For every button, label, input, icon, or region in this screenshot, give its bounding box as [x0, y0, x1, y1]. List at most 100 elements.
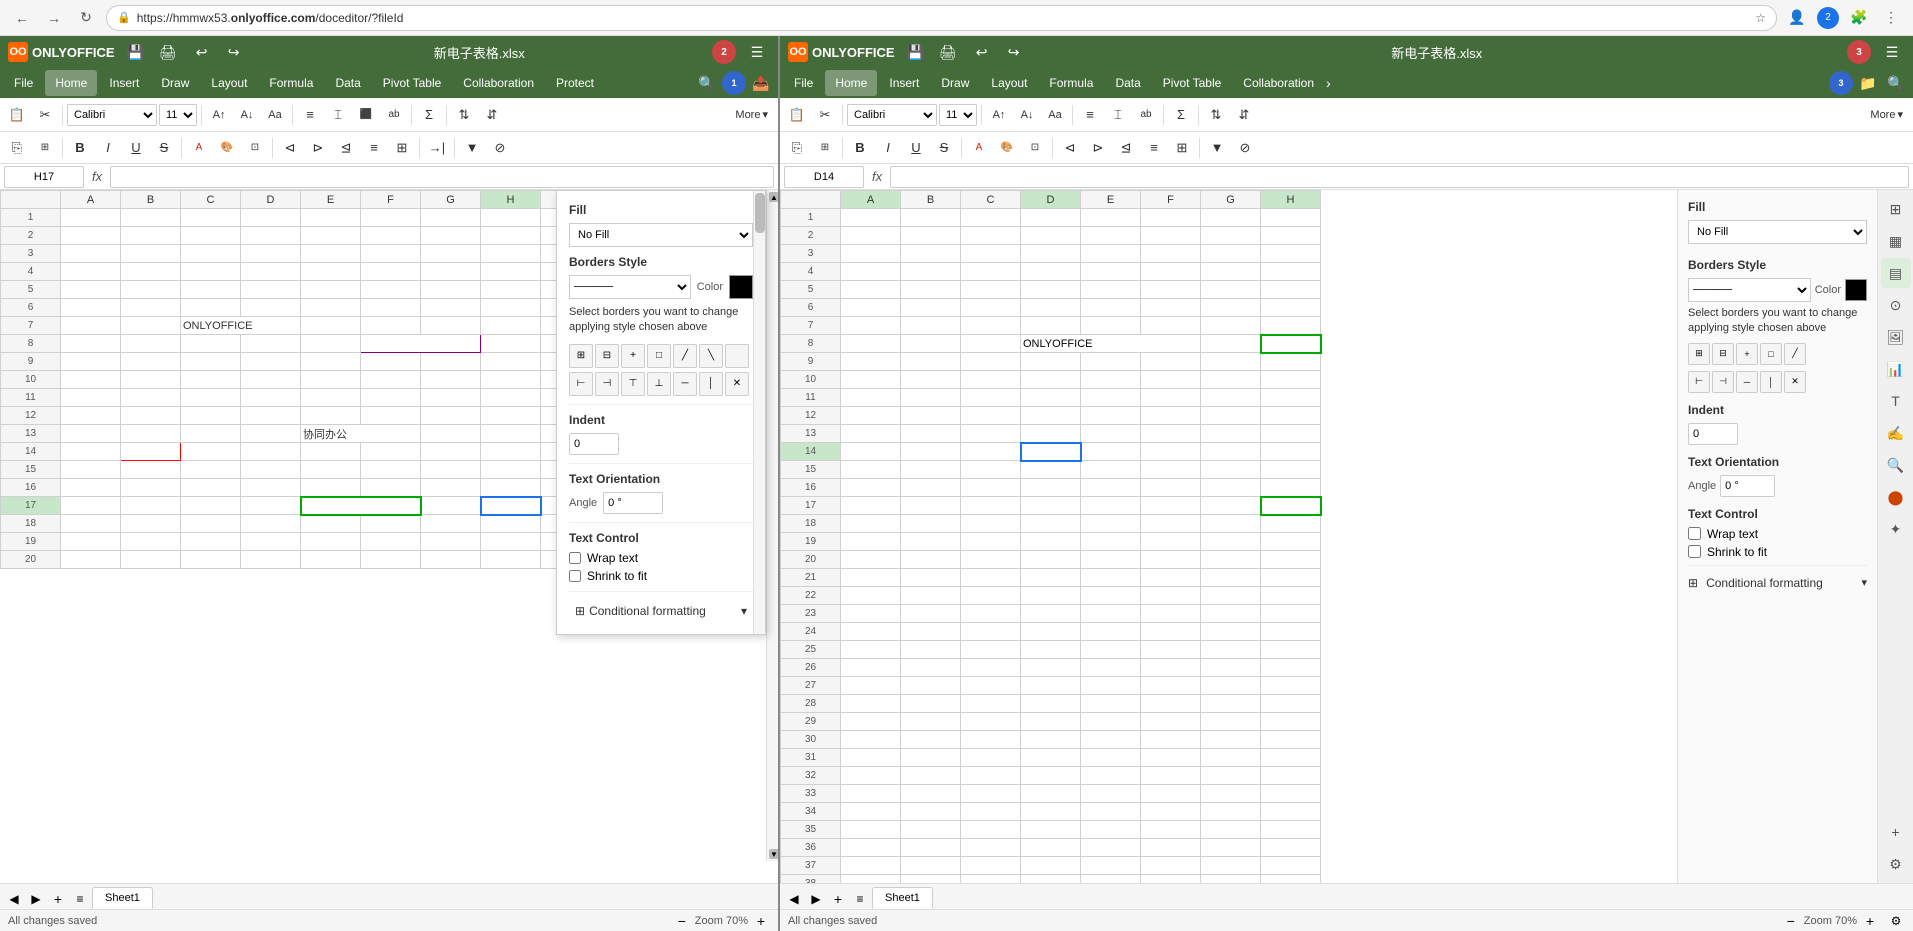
left-share-btn[interactable]: 📤: [748, 72, 774, 94]
right-menu-btn[interactable]: ☰: [1879, 41, 1905, 63]
right-font-size[interactable]: 11: [939, 104, 977, 126]
left-tb2-border[interactable]: ⊡: [242, 135, 268, 161]
border-h-inside-btn[interactable]: ─: [673, 372, 697, 396]
right-search-btn[interactable]: 🔍: [1883, 72, 1909, 94]
right-next-sheet-btn[interactable]: ▶: [806, 889, 826, 909]
rp-border-cross[interactable]: +: [1736, 343, 1758, 365]
rp-wrap-checkbox[interactable]: [1688, 527, 1701, 540]
right-tb-autofit[interactable]: Aa: [1042, 102, 1068, 128]
right-redo-btn[interactable]: ↪: [1001, 41, 1027, 63]
right-tb-sort-za[interactable]: ⇵: [1231, 102, 1257, 128]
right-tb2-bold[interactable]: B: [847, 135, 873, 161]
ri-add-btn[interactable]: +: [1881, 817, 1911, 847]
border-left-btn[interactable]: ⊢: [569, 372, 593, 396]
forward-button[interactable]: →: [42, 6, 66, 30]
left-tb-paste[interactable]: 📋: [4, 102, 30, 128]
left-tb2-fontcolor[interactable]: A: [186, 135, 212, 161]
left-redo-btn[interactable]: ↪: [221, 41, 247, 63]
rp-color-swatch[interactable]: [1845, 279, 1867, 301]
ri-signature-btn[interactable]: ✍: [1881, 418, 1911, 448]
left-tb-decfont[interactable]: A↓: [234, 102, 260, 128]
scroll-down-btn[interactable]: ▼: [769, 849, 778, 859]
right-sheet-tab-1[interactable]: Sheet1: [872, 887, 933, 909]
left-tb2-alignr[interactable]: ⊴: [333, 135, 359, 161]
left-menu-formula[interactable]: Formula: [259, 70, 323, 96]
left-tb-valign[interactable]: ⌶: [325, 102, 351, 128]
right-tb2-fillcolor[interactable]: 🎨: [994, 135, 1020, 161]
green-selected-cell[interactable]: [301, 497, 421, 515]
right-tb2-filter[interactable]: ▼: [1204, 135, 1230, 161]
purple-border-cell[interactable]: [361, 335, 481, 353]
right-add-sheet-btn[interactable]: +: [828, 889, 848, 909]
rp-border-all[interactable]: ⊞: [1688, 343, 1710, 365]
rp-border-v[interactable]: │: [1760, 371, 1782, 393]
right-menu-more-btn[interactable]: ›: [1326, 75, 1331, 91]
rp-indent-input[interactable]: [1688, 423, 1738, 445]
left-cell-ref[interactable]: [4, 166, 84, 188]
right-menu-pivot[interactable]: Pivot Table: [1153, 70, 1231, 96]
right-tb-valign[interactable]: ⌶: [1105, 102, 1131, 128]
right-tb2-fontcolor[interactable]: A: [966, 135, 992, 161]
border-inside-btn[interactable]: ⊟: [595, 344, 619, 368]
left-tb2-bold[interactable]: B: [67, 135, 93, 161]
profile-button[interactable]: 👤: [1785, 6, 1809, 30]
right-formula-input[interactable]: [890, 166, 1909, 188]
right-undo-btn[interactable]: ↩: [969, 41, 995, 63]
browser-menu-button[interactable]: ⋮: [1879, 6, 1903, 30]
ri-image-btn[interactable]: 🖼: [1881, 322, 1911, 352]
rp-conditional-btn[interactable]: ⊞ Conditional formatting ▾: [1688, 572, 1867, 594]
left-add-sheet-btn[interactable]: +: [48, 889, 68, 909]
left-list-sheets-btn[interactable]: ≡: [70, 889, 90, 909]
border-diag1-btn[interactable]: ╱: [673, 344, 697, 368]
left-menu-btn[interactable]: ☰: [744, 41, 770, 63]
left-tb-textdir[interactable]: ab: [381, 102, 407, 128]
ri-pivot-btn[interactable]: ⊙: [1881, 290, 1911, 320]
right-tb-sum[interactable]: Σ: [1168, 102, 1194, 128]
left-tb2-alignl[interactable]: ⊲: [277, 135, 303, 161]
right-tb-incfont[interactable]: A↑: [986, 102, 1012, 128]
ri-search2-btn[interactable]: 🔍: [1881, 450, 1911, 480]
rp-border-none[interactable]: ✕: [1784, 371, 1806, 393]
right-tb2-italic[interactable]: I: [875, 135, 901, 161]
ri-chart-btn[interactable]: 📊: [1881, 354, 1911, 384]
border-top-btn[interactable]: ⊤: [621, 372, 645, 396]
ri-text-btn[interactable]: T: [1881, 386, 1911, 416]
left-tb2-alignc[interactable]: ⊳: [305, 135, 331, 161]
right-menu-file[interactable]: File: [784, 70, 823, 96]
border-cross-btn[interactable]: +: [621, 344, 645, 368]
popup-wrap-checkbox[interactable]: [569, 552, 581, 564]
right-tb2-alignr[interactable]: ⊴: [1113, 135, 1139, 161]
ri-format-btn[interactable]: ▤: [1881, 258, 1911, 288]
left-menu-collab[interactable]: Collaboration: [453, 70, 544, 96]
rp-fill-select[interactable]: No Fill: [1688, 220, 1867, 244]
popup-conditional-btn[interactable]: ⊞ Conditional formatting ▾: [569, 600, 753, 622]
border-style-select[interactable]: ─────: [569, 275, 691, 299]
right-cell-ref[interactable]: [784, 166, 864, 188]
rp-border-right[interactable]: ⊣: [1712, 371, 1734, 393]
right-settings-btn[interactable]: ⚙: [1887, 912, 1905, 930]
left-tb2-alignj[interactable]: ≡: [361, 135, 387, 161]
right-font-select[interactable]: Calibri: [847, 104, 937, 126]
right-prev-sheet-btn[interactable]: ◀: [784, 889, 804, 909]
left-menu-file[interactable]: File: [4, 70, 43, 96]
right-menu-home[interactable]: Home: [825, 70, 877, 96]
scroll-up-btn[interactable]: ▲: [769, 192, 778, 202]
ri-cell-settings-btn[interactable]: ⊞: [1881, 194, 1911, 224]
left-font-select[interactable]: Calibri: [67, 104, 157, 126]
right-list-sheets-btn[interactable]: ≡: [850, 889, 870, 909]
ri-orange-btn[interactable]: ⬤: [1881, 482, 1911, 512]
right-tb-decfont[interactable]: A↓: [1014, 102, 1040, 128]
left-tb-halign2[interactable]: ⬛: [353, 102, 379, 128]
right-print-btn[interactable]: 🖨: [935, 41, 961, 63]
left-zoom-in-btn[interactable]: +: [752, 912, 770, 930]
left-save-btn[interactable]: 💾: [123, 41, 149, 63]
right-tb2-border[interactable]: ⊡: [1022, 135, 1048, 161]
border-v-inside-btn[interactable]: │: [699, 372, 723, 396]
popup-color-swatch[interactable]: [729, 275, 753, 299]
popup-indent-input[interactable]: [569, 433, 619, 455]
left-tb-halign[interactable]: ≡: [297, 102, 323, 128]
rp-border-left[interactable]: ⊢: [1688, 371, 1710, 393]
left-print-btn[interactable]: 🖨: [155, 41, 181, 63]
ri-table-btn[interactable]: ▦: [1881, 226, 1911, 256]
right-menu-formula[interactable]: Formula: [1039, 70, 1103, 96]
